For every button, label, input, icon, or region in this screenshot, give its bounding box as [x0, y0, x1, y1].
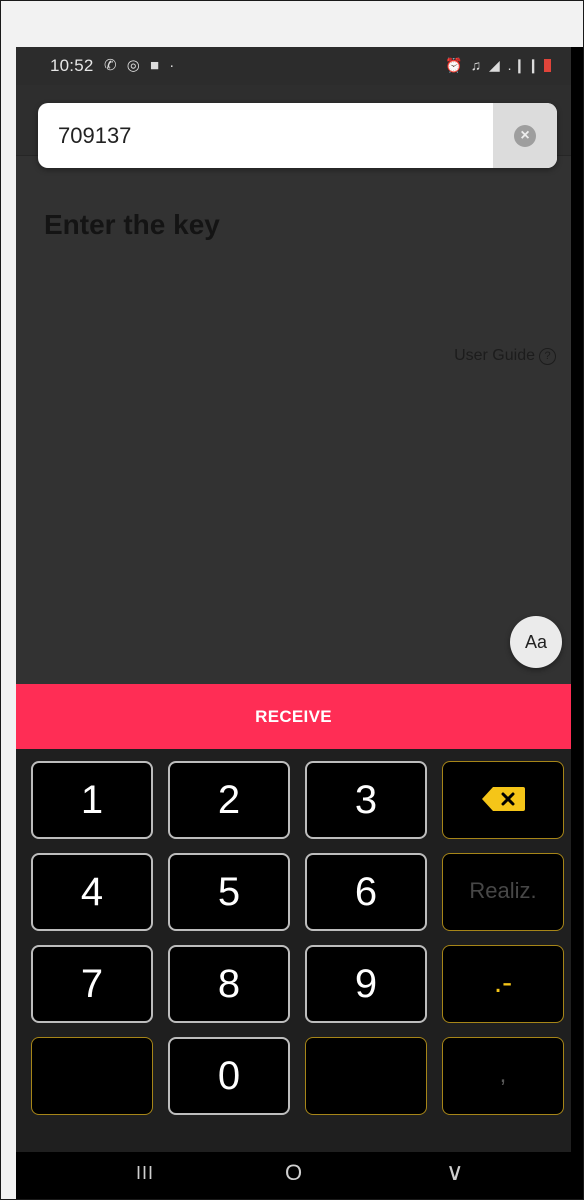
font-size-button[interactable]: Aa — [510, 616, 562, 668]
notification-icons: ✆ ◎ ■ · — [104, 57, 178, 74]
done-key[interactable]: Realiz. — [442, 853, 564, 931]
key-0[interactable]: 0 — [168, 1037, 290, 1115]
help-icon[interactable]: ? — [539, 348, 556, 365]
receive-button[interactable]: RECEIVE — [16, 684, 571, 749]
key-1[interactable]: 1 — [31, 761, 153, 839]
user-guide-link[interactable]: User Guide? — [454, 347, 556, 365]
phone-screen: 10:52 ✆ ◎ ■ · ⏰ ♫ ◢ .❙❙ 709137 × Enter t… — [16, 47, 571, 1199]
key-input-value[interactable]: 709137 — [58, 123, 131, 149]
key-5[interactable]: 5 — [168, 853, 290, 931]
clear-button[interactable]: × — [493, 103, 557, 168]
comma-key[interactable]: , — [442, 1037, 564, 1115]
key-7[interactable]: 7 — [31, 945, 153, 1023]
status-bar: 10:52 ✆ ◎ ■ · ⏰ ♫ ◢ .❙❙ — [16, 47, 571, 85]
key-6[interactable]: 6 — [305, 853, 427, 931]
recent-apps-button[interactable]: III — [136, 1163, 154, 1184]
backspace-key[interactable] — [442, 761, 564, 839]
numeric-keyboard: 1 2 3 4 5 6 Realiz. 7 8 9 .- 0 , — [16, 749, 571, 1199]
empty-key-right[interactable] — [305, 1037, 427, 1115]
window-edge — [571, 47, 583, 1199]
key-2[interactable]: 2 — [168, 761, 290, 839]
home-button[interactable]: O — [285, 1160, 302, 1186]
screenshot-frame: 10:52 ✆ ◎ ■ · ⏰ ♫ ◢ .❙❙ 709137 × Enter t… — [0, 0, 584, 1200]
clear-icon[interactable]: × — [514, 125, 536, 147]
key-8[interactable]: 8 — [168, 945, 290, 1023]
battery-icon — [544, 59, 551, 72]
user-guide-label[interactable]: User Guide — [454, 347, 535, 364]
key-4[interactable]: 4 — [31, 853, 153, 931]
page-title: Enter the key — [44, 209, 220, 240]
dot-minus-key[interactable]: .- — [442, 945, 564, 1023]
back-button[interactable]: ∨ — [446, 1158, 464, 1187]
key-9[interactable]: 9 — [305, 945, 427, 1023]
key-3[interactable]: 3 — [305, 761, 427, 839]
key-input-field[interactable]: 709137 × — [38, 103, 557, 168]
status-time: 10:52 — [50, 56, 94, 75]
alarm-wifi-signal-icons: ⏰ ♫ ◢ .❙❙ — [445, 57, 541, 73]
empty-key-left[interactable] — [31, 1037, 153, 1115]
navigation-bar: III O ∨ — [16, 1152, 571, 1199]
system-icons: ⏰ ♫ ◢ .❙❙ — [445, 57, 551, 74]
backspace-icon — [482, 787, 525, 812]
